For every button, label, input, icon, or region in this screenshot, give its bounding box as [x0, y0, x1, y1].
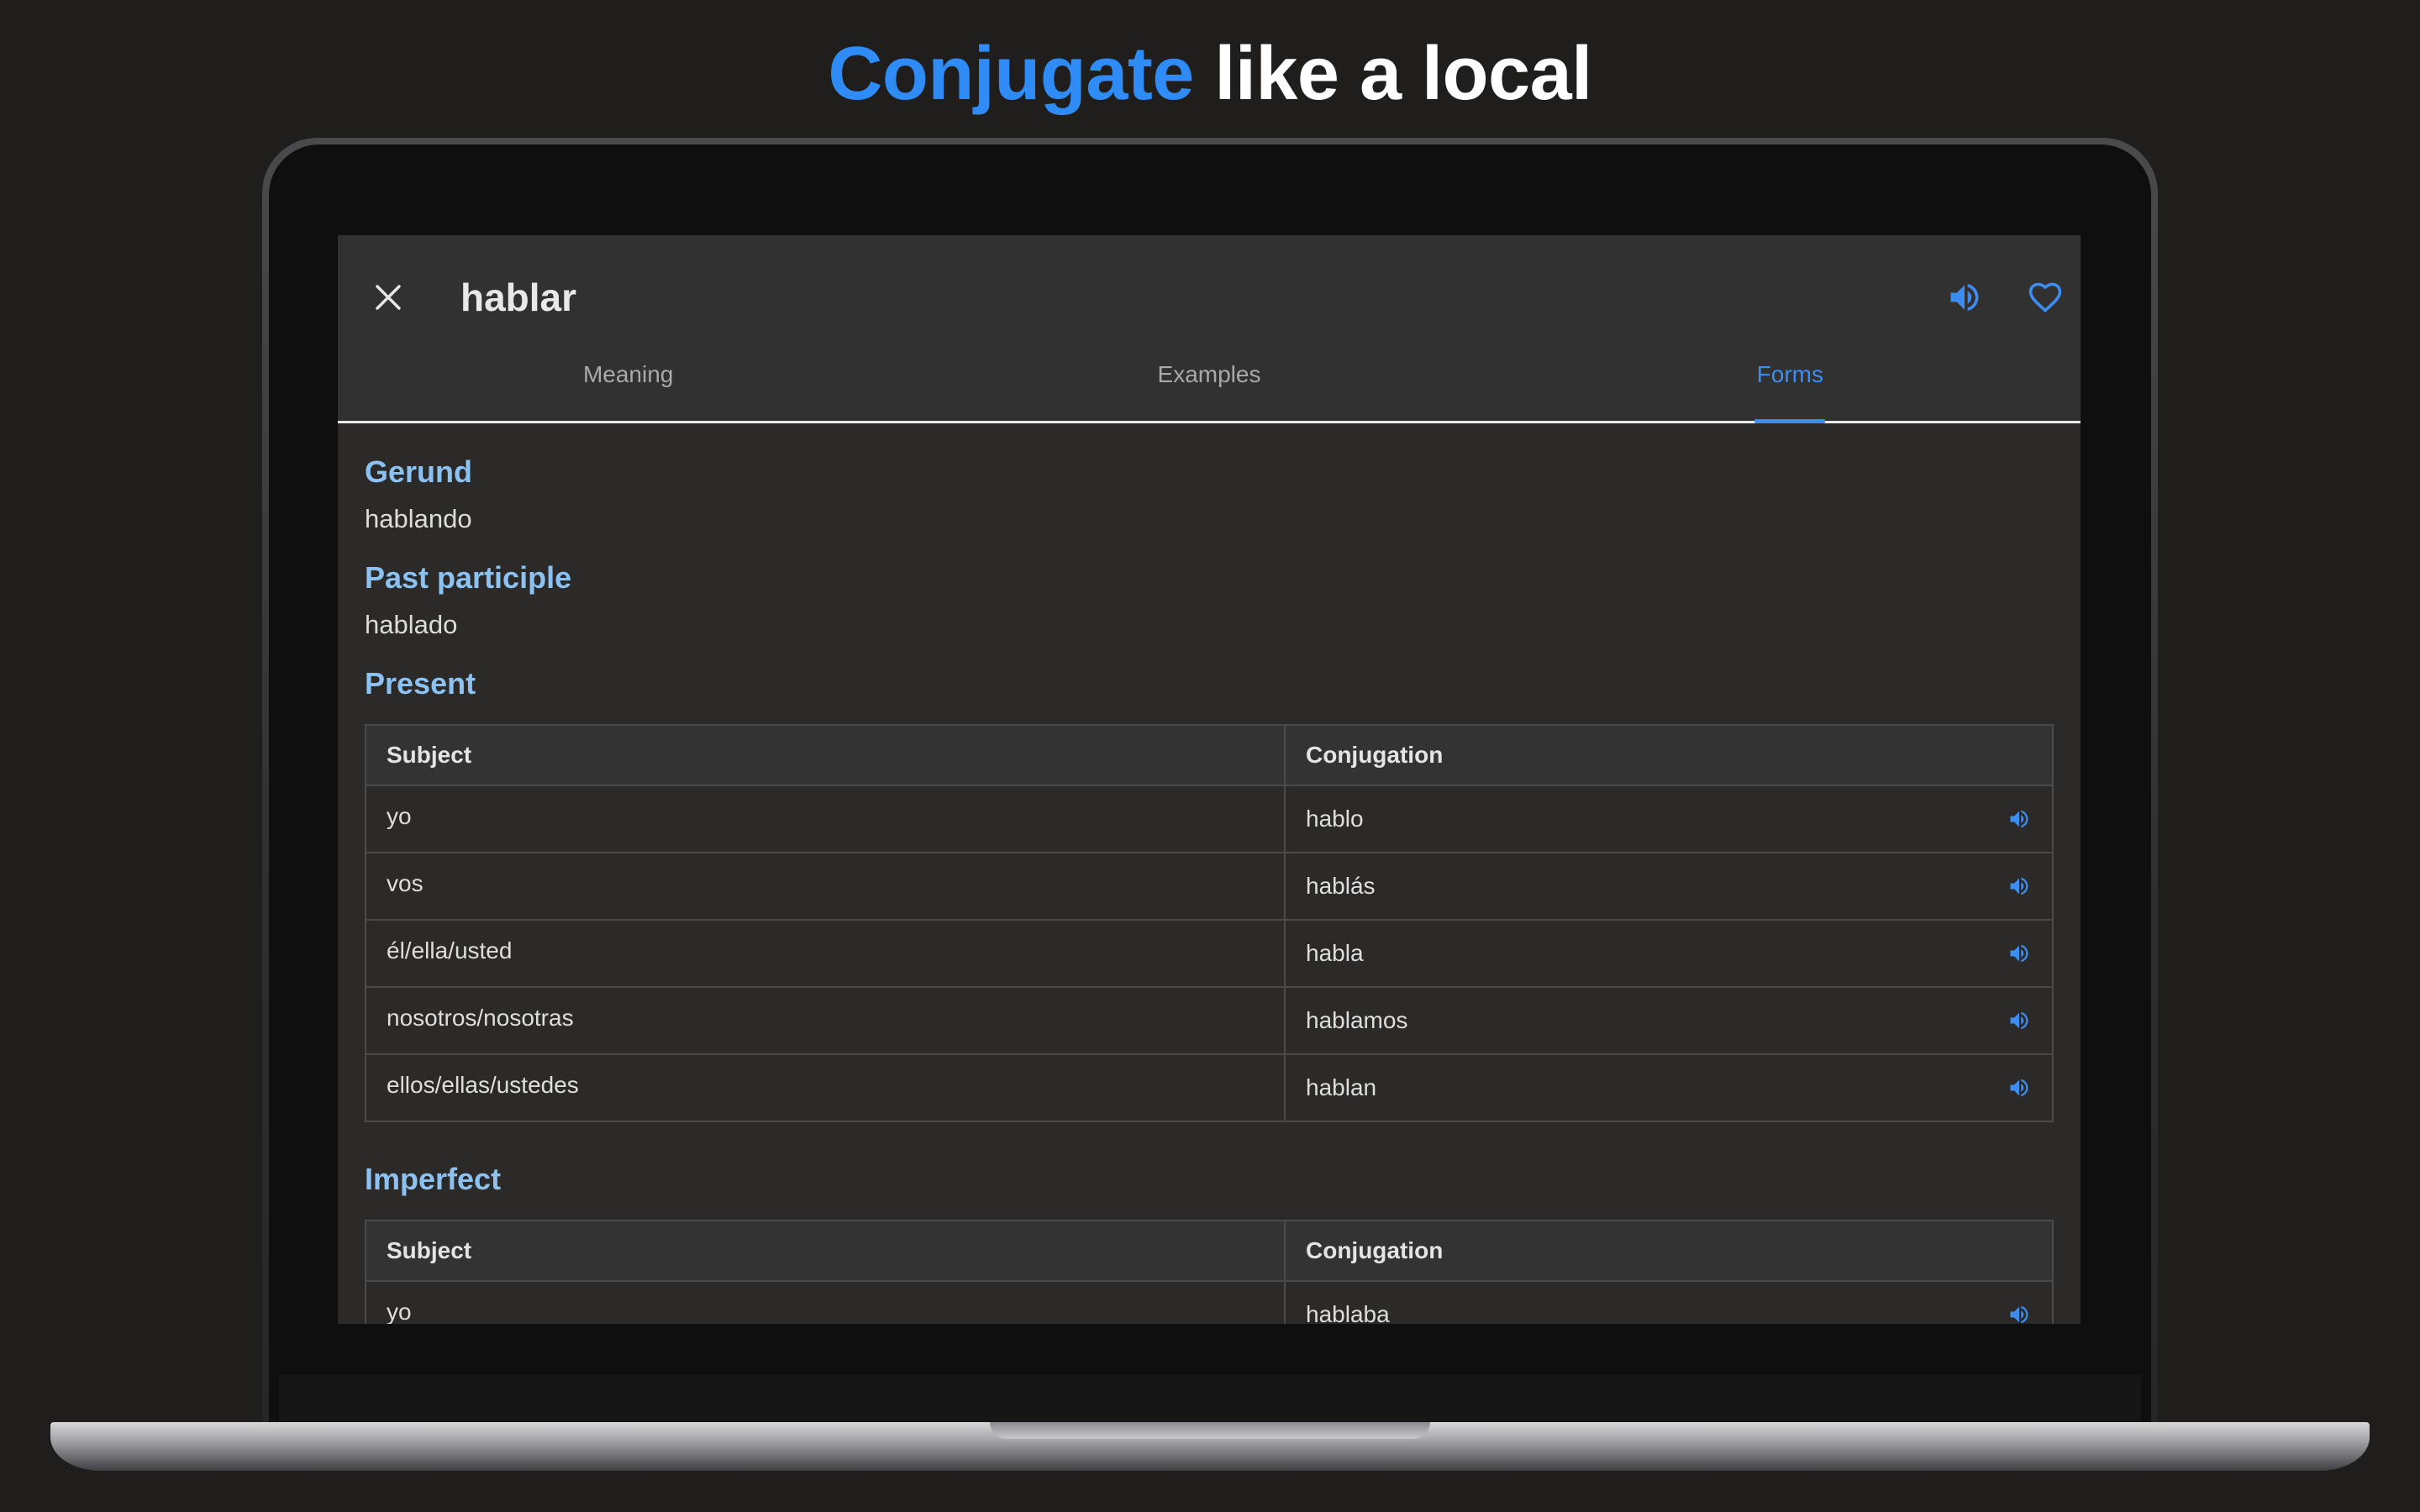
table-row: ellos/ellas/ustedes hablan [365, 1053, 2054, 1122]
conjugation-text: habla [1306, 940, 1364, 966]
table-row: yo hablaba [365, 1280, 2054, 1324]
screen-bottom [279, 1374, 2141, 1425]
table-header-row: Subject Conjugation [365, 1220, 2054, 1282]
headline: Conjugate like a local [0, 32, 2420, 116]
forms-content: Gerund hablando Past participle hablado … [338, 423, 2081, 1324]
past-participle-heading: Past participle [365, 560, 572, 595]
present-heading: Present [365, 666, 476, 701]
speaker-icon[interactable] [2007, 1008, 2032, 1033]
close-button[interactable] [365, 274, 412, 321]
tab-examples[interactable]: Examples [918, 340, 1499, 421]
conjugation-cell: hablamos [1284, 986, 2054, 1055]
conjugation-text: hablan [1306, 1074, 1377, 1100]
table-row: nosotros/nosotras hablamos [365, 986, 2054, 1055]
speaker-icon[interactable] [2007, 941, 2032, 966]
conjugation-cell: hablás [1284, 852, 2054, 921]
active-tab-indicator [1754, 419, 1826, 423]
headline-rest: like a local [1193, 32, 1592, 116]
conjugation-text: hablás [1306, 873, 1376, 899]
close-icon [376, 285, 401, 310]
subject-cell: nosotros/nosotras [365, 986, 1286, 1055]
tab-bar: Meaning Examples Forms [338, 340, 2081, 423]
table-header-row: Subject Conjugation [365, 724, 2054, 786]
tab-forms[interactable]: Forms [1500, 340, 2081, 423]
speaker-icon [1950, 283, 1979, 312]
imperfect-table: Subject Conjugation yo hablaba [365, 1220, 2054, 1324]
speaker-icon[interactable] [2007, 806, 2032, 832]
subject-header: Subject [365, 724, 1286, 786]
conjugation-cell: hablan [1284, 1053, 2054, 1122]
gerund-value: hablando [365, 504, 472, 533]
headline-accent: Conjugate [828, 32, 1194, 116]
tab-examples-label: Examples [1157, 361, 1261, 387]
table-row: él/ella/usted habla [365, 919, 2054, 988]
favorite-button[interactable] [2020, 272, 2070, 323]
conjugation-cell: habla [1284, 919, 2054, 988]
conjugation-header: Conjugation [1284, 1220, 2054, 1282]
conjugation-text: hablaba [1306, 1301, 1390, 1324]
tab-meaning[interactable]: Meaning [338, 340, 918, 421]
tab-forms-label: Forms [1756, 361, 1823, 387]
subject-cell: vos [365, 852, 1286, 921]
table-row: vos hablás [365, 852, 2054, 921]
pronounce-button[interactable] [1939, 272, 1990, 323]
conjugation-cell: hablo [1284, 785, 2054, 853]
speaker-icon[interactable] [2007, 1302, 2032, 1324]
subject-cell: yo [365, 785, 1286, 853]
conjugation-text: hablamos [1306, 1007, 1408, 1033]
app-window: hablar Meaning Examples Forms Gerund hab… [338, 235, 2081, 1324]
app-bar: hablar Meaning Examples Forms [338, 235, 2081, 423]
present-table: Subject Conjugation yo hablo vos hablás … [365, 724, 2054, 1122]
subject-header: Subject [365, 1220, 1286, 1282]
imperfect-heading: Imperfect [365, 1162, 502, 1196]
conjugation-text: hablo [1306, 806, 1364, 832]
subject-cell: él/ella/usted [365, 919, 1286, 988]
speaker-icon[interactable] [2007, 1075, 2032, 1100]
laptop-notch [990, 1422, 1430, 1439]
gerund-heading: Gerund [365, 454, 473, 489]
table-row: yo hablo [365, 785, 2054, 853]
subject-cell: ellos/ellas/ustedes [365, 1053, 1286, 1122]
speaker-icon[interactable] [2007, 874, 2032, 899]
heart-icon [2028, 282, 2062, 313]
conjugation-header: Conjugation [1284, 724, 2054, 786]
conjugation-cell: hablaba [1284, 1280, 2054, 1324]
word-title: hablar [460, 276, 577, 319]
subject-cell: yo [365, 1280, 1286, 1324]
past-participle-value: hablado [365, 610, 458, 639]
tab-meaning-label: Meaning [582, 361, 674, 387]
